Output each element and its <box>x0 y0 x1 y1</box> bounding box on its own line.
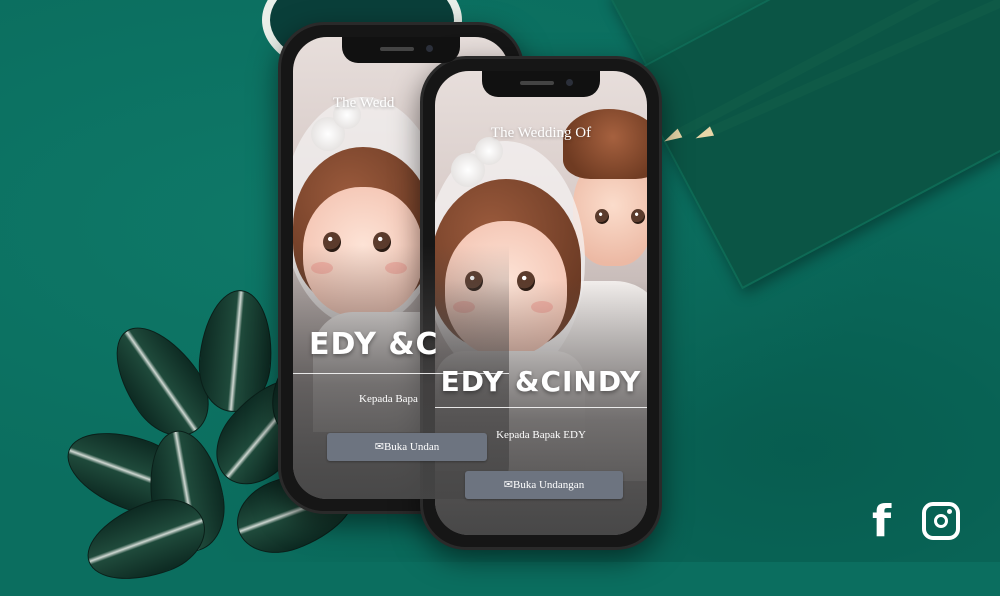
open-button-label: Buka Undan <box>383 441 440 453</box>
open-invitation-button[interactable]: ✉Buka Undangan <box>465 471 623 499</box>
facebook-icon[interactable]: f <box>872 500 891 544</box>
open-button-label: Buka Undangan <box>513 479 585 491</box>
phone-mockup-front: The Wedding Of EDY &CINDY Kepada Bapak E… <box>420 56 662 550</box>
couple-names: EDY &C <box>309 327 439 362</box>
recipient-text: Kepada Bapak EDY <box>496 429 586 441</box>
wedding-heading: The Wedding Of <box>490 125 592 141</box>
phone-notch <box>482 71 600 97</box>
instagram-icon[interactable] <box>922 502 960 540</box>
divider <box>435 407 647 408</box>
envelope-icon: ✉ <box>374 441 384 453</box>
phone-notch <box>342 37 460 63</box>
wedding-heading: The Wedd <box>333 95 395 111</box>
phone-screen: The Wedding Of EDY &CINDY Kepada Bapak E… <box>435 71 647 535</box>
envelope-icon: ✉ <box>503 479 514 491</box>
couple-names: EDY &CINDY <box>440 365 642 398</box>
